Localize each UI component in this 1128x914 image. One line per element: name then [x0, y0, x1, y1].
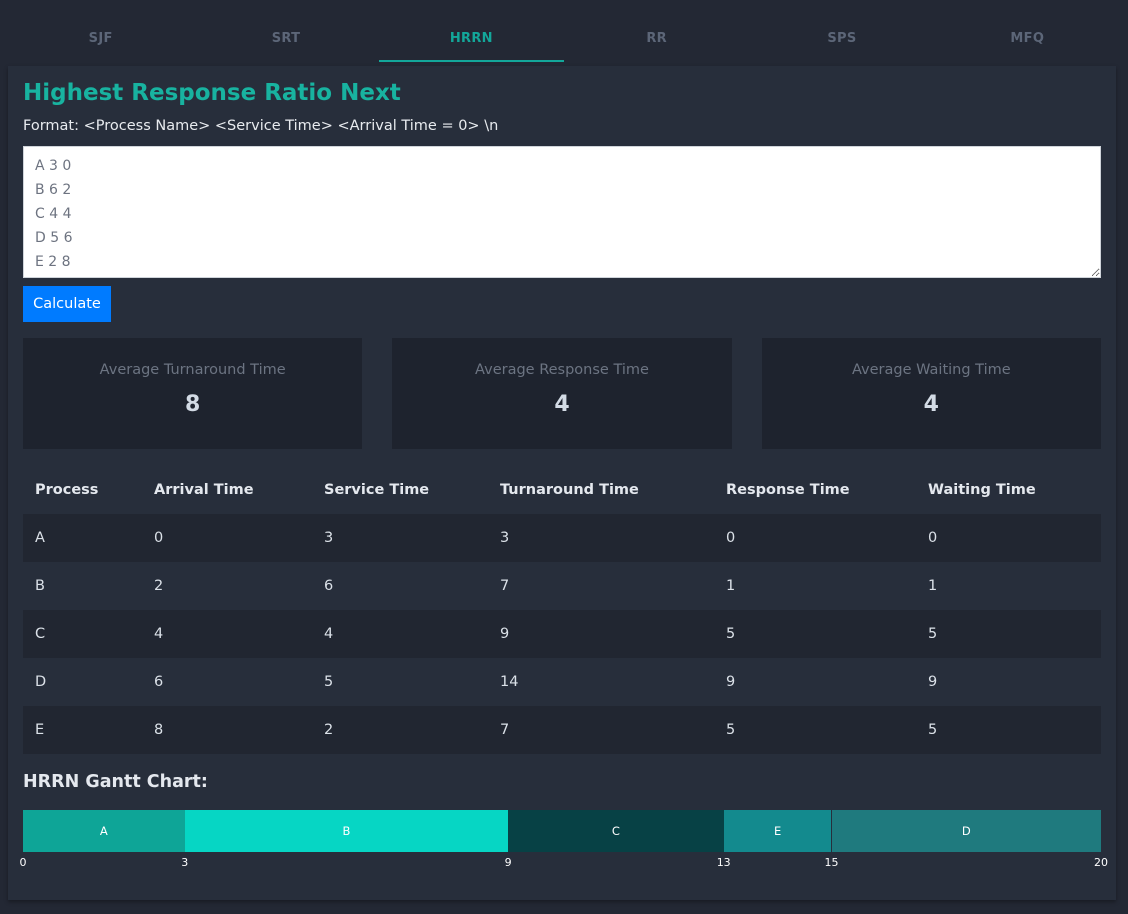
- table-cell: 1: [928, 578, 938, 594]
- page-title: Highest Response Ratio Next: [23, 80, 401, 106]
- table-cell: E: [35, 722, 45, 738]
- table-cell: C: [35, 626, 46, 642]
- table-row: D 6 5 14 9 9: [23, 658, 1101, 706]
- gantt-chart: ABCED: [23, 810, 1101, 852]
- column-header: Response Time: [726, 482, 850, 498]
- table-cell: 8: [154, 722, 164, 738]
- stat-label: Average Turnaround Time: [99, 362, 286, 378]
- stat-label: Average Waiting Time: [851, 362, 1011, 378]
- gantt-time-axis: 0 3 9 13 15 20: [19, 856, 1109, 872]
- table-cell: 6: [324, 578, 334, 594]
- stat-value: 4: [554, 392, 570, 417]
- table-cell: 1: [726, 578, 736, 594]
- table-cell: 0: [154, 530, 164, 546]
- gantt-segment-e: E: [723, 810, 832, 852]
- tab-sjf[interactable]: SJF: [8, 16, 193, 62]
- tab-mfq[interactable]: MFQ: [935, 16, 1120, 62]
- tab-hrrn[interactable]: HRRN: [378, 16, 564, 62]
- table-cell: 9: [726, 674, 736, 690]
- table-row: E 8 2 7 5 5: [23, 706, 1101, 754]
- table-header-row: Process Arrival Time Service Time Turnar…: [23, 466, 1101, 514]
- tab-sps[interactable]: SPS: [749, 16, 934, 62]
- table-cell: 5: [726, 626, 736, 642]
- gantt-segment-c: C: [508, 810, 724, 852]
- hrrn-panel: Highest Response Ratio Next Format: <Pro…: [8, 66, 1116, 900]
- table-cell: 2: [154, 578, 164, 594]
- table-cell: 3: [324, 530, 334, 546]
- scheduler-tabs: SJF SRT HRRN RR SPS MFQ: [8, 16, 1120, 62]
- table-row: C 4 4 9 5 5: [23, 610, 1101, 658]
- gantt-tick-label: 3: [181, 856, 189, 869]
- stat-value: 4: [923, 392, 939, 417]
- column-header: Process: [35, 482, 99, 498]
- avg-response-card: Average Response Time 4: [392, 338, 732, 449]
- table-cell: 3: [500, 530, 510, 546]
- stat-label: Average Response Time: [475, 362, 649, 378]
- table-cell: 7: [500, 722, 510, 738]
- format-hint: Format: <Process Name> <Service Time> <A…: [23, 118, 499, 134]
- results-table: Process Arrival Time Service Time Turnar…: [23, 466, 1101, 754]
- table-cell: 0: [726, 530, 736, 546]
- stat-value: 8: [185, 392, 201, 417]
- column-header: Turnaround Time: [500, 482, 639, 498]
- table-cell: 4: [324, 626, 334, 642]
- column-header: Arrival Time: [154, 482, 254, 498]
- table-cell: 5: [928, 626, 938, 642]
- gantt-segment-b: B: [184, 810, 509, 852]
- table-cell: 4: [154, 626, 164, 642]
- table-cell: A: [35, 530, 45, 546]
- table-cell: 2: [324, 722, 334, 738]
- gantt-tick-label: 20: [1094, 856, 1108, 869]
- gantt-segment-d: D: [831, 810, 1101, 852]
- gantt-segment-a: A: [23, 810, 185, 852]
- table-cell: 6: [154, 674, 164, 690]
- table-cell: 9: [928, 674, 938, 690]
- column-header: Service Time: [324, 482, 430, 498]
- table-cell: 14: [500, 674, 519, 690]
- table-row: B 2 6 7 1 1: [23, 562, 1101, 610]
- tab-rr[interactable]: RR: [564, 16, 749, 62]
- tab-srt[interactable]: SRT: [193, 16, 378, 62]
- gantt-tick-label: 15: [824, 856, 839, 869]
- stats-row: Average Turnaround Time 8 Average Respon…: [23, 338, 1101, 449]
- table-cell: 0: [928, 530, 938, 546]
- column-header: Waiting Time: [928, 482, 1036, 498]
- table-cell: D: [35, 674, 47, 690]
- table-cell: 9: [500, 626, 510, 642]
- table-cell: 5: [324, 674, 334, 690]
- table-cell: 5: [726, 722, 736, 738]
- avg-waiting-card: Average Waiting Time 4: [761, 338, 1101, 449]
- calculate-button[interactable]: Calculate: [23, 286, 111, 322]
- process-input[interactable]: [23, 146, 1101, 278]
- avg-turnaround-card: Average Turnaround Time 8: [23, 338, 363, 449]
- gantt-tick-label: 0: [19, 856, 27, 869]
- table-cell: 7: [500, 578, 510, 594]
- gantt-tick-label: 13: [716, 856, 731, 869]
- gantt-title: HRRN Gantt Chart:: [23, 772, 208, 792]
- gantt-tick-label: 9: [504, 856, 512, 869]
- table-row: A 0 3 3 0 0: [23, 514, 1101, 562]
- table-cell: 5: [928, 722, 938, 738]
- table-cell: B: [35, 578, 45, 594]
